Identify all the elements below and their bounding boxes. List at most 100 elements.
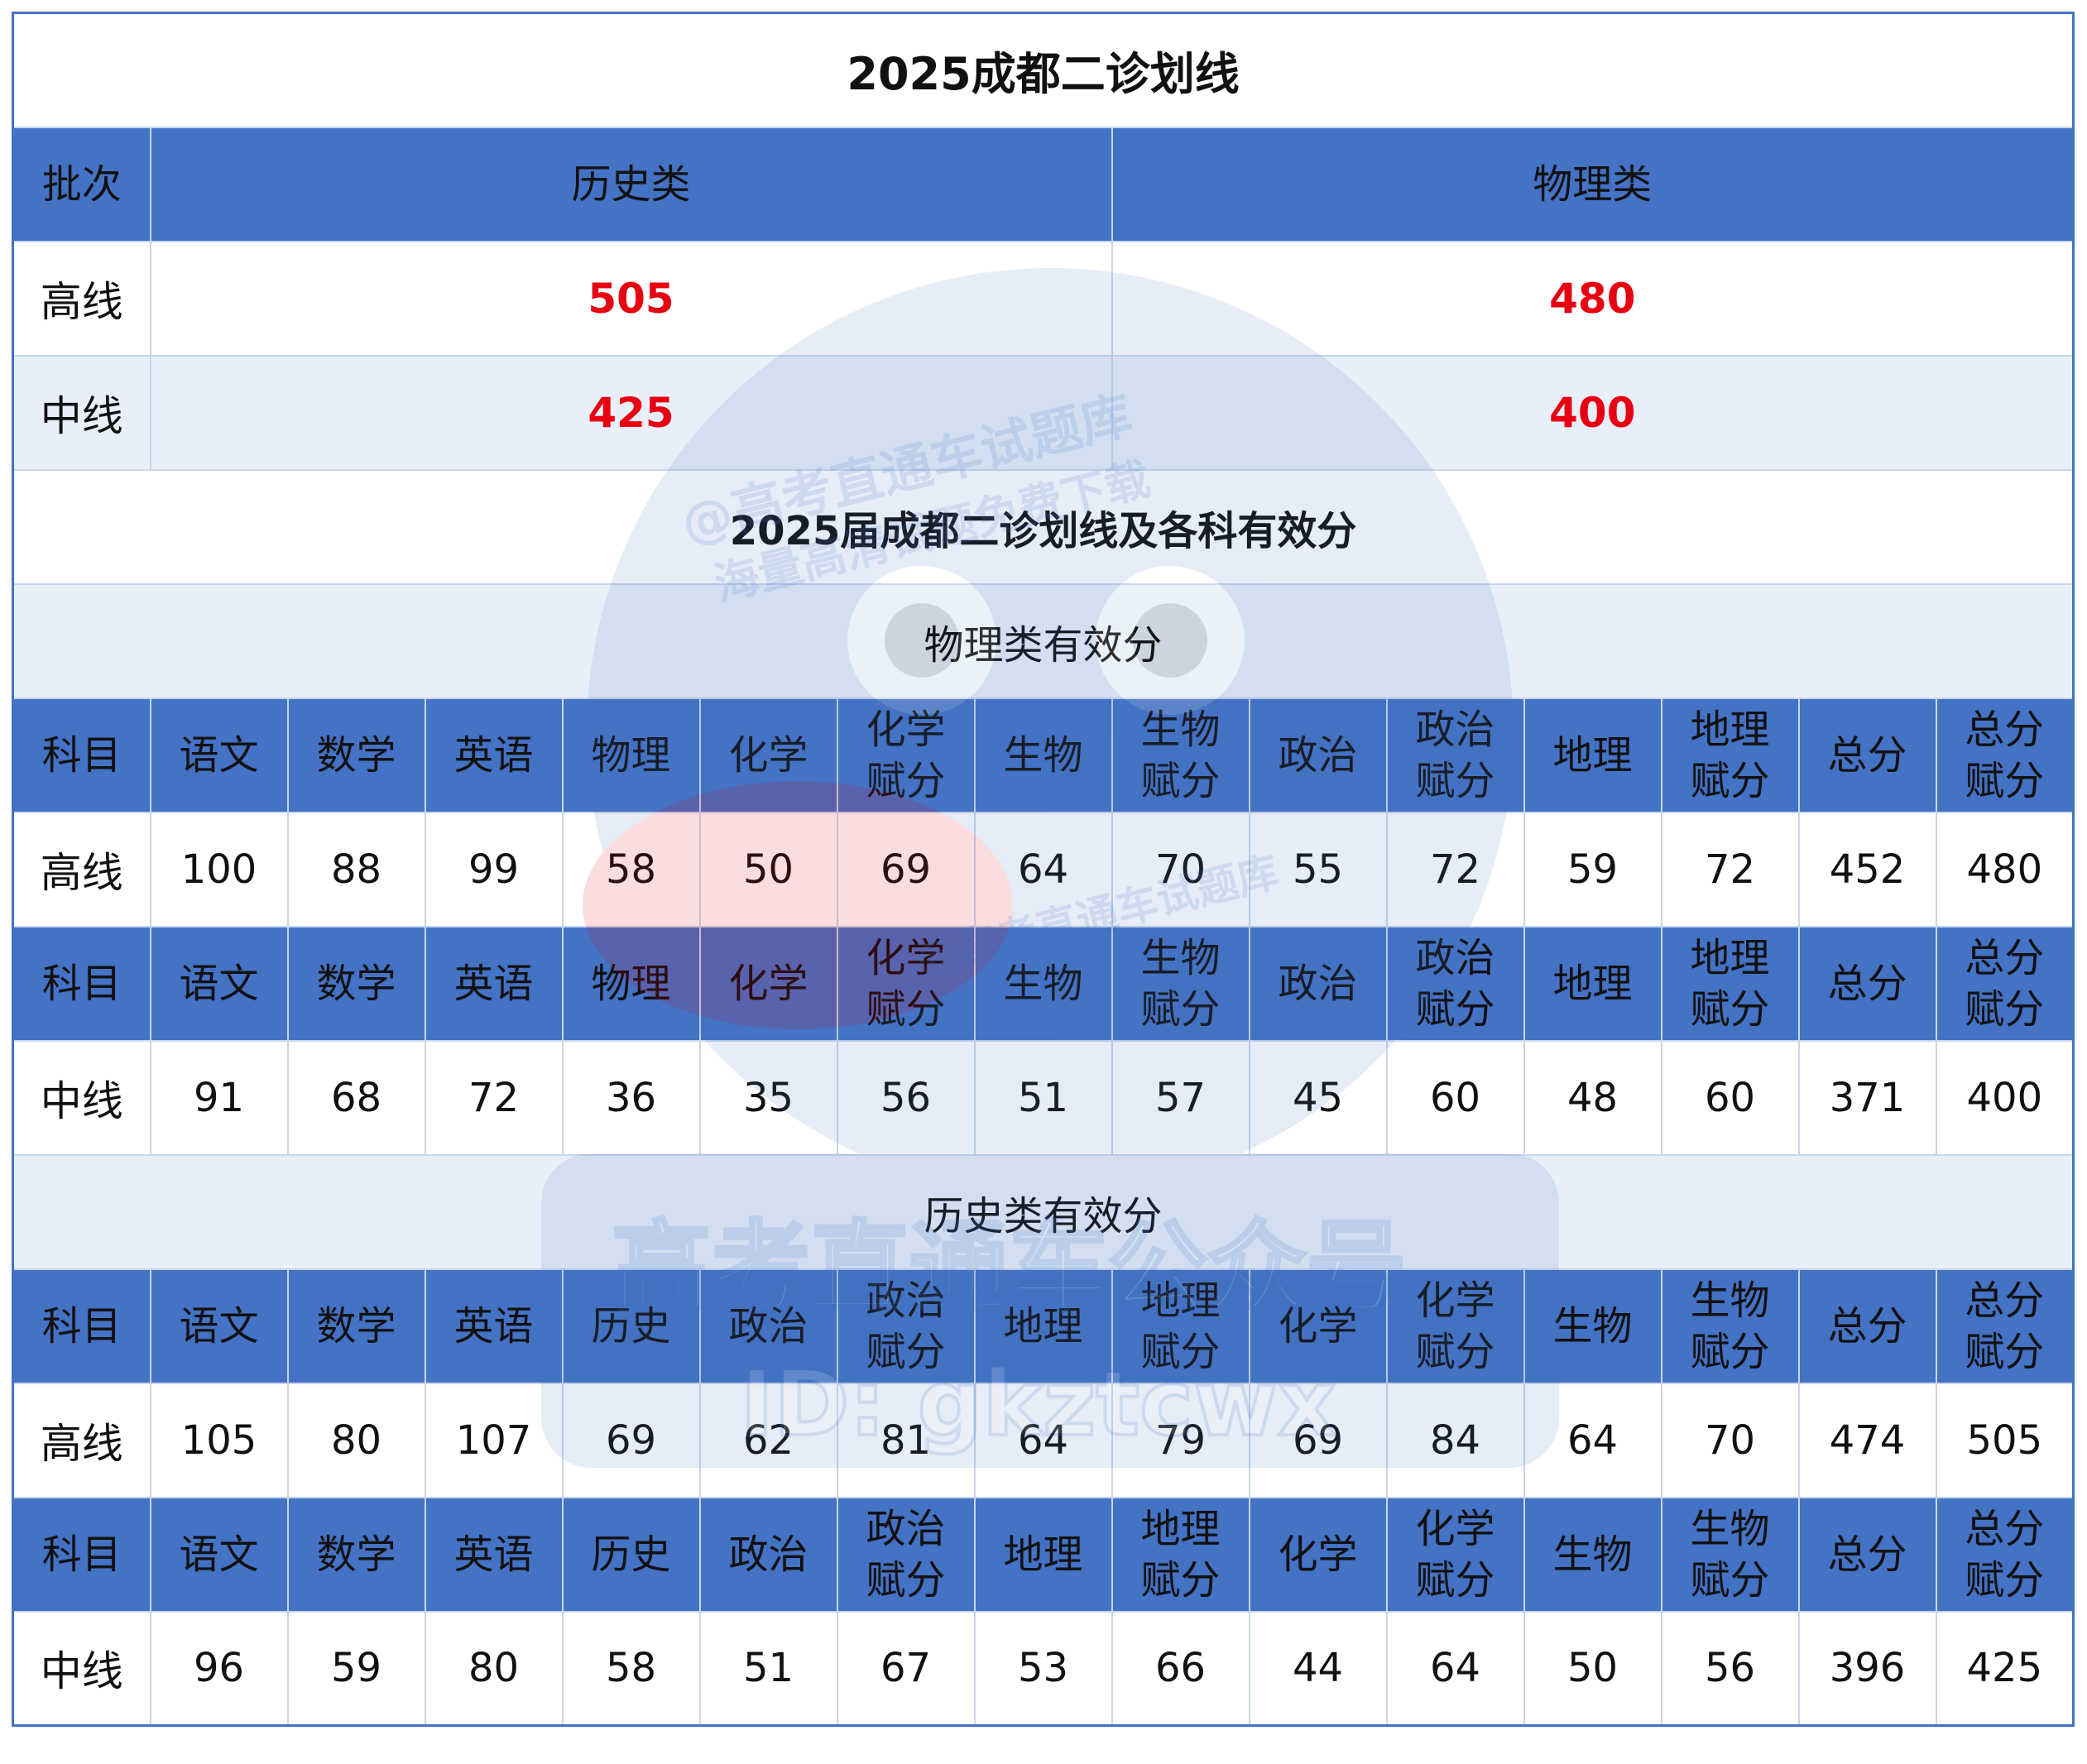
header-cell-subject-9: 化学 [1248, 1268, 1388, 1384]
header-cell-subject-4: 历史 [561, 1496, 701, 1613]
header-cell-total: 总分 [1797, 1496, 1937, 1613]
score-cell-subject-4: 58 [561, 1610, 701, 1727]
header-cell-subject-7: 地理 [973, 1268, 1113, 1384]
score-cell-row-label: 高线 [12, 1382, 151, 1498]
score-cell-total-scaled: 425 [1935, 1610, 2075, 1727]
score-cell-subject-5: 35 [698, 1039, 838, 1156]
history-high-line: 505 [149, 240, 1113, 357]
header-cell-subject-5: 化学 [698, 697, 838, 813]
header-cell-total: 总分 [1797, 697, 1937, 813]
score-cell-subject-7: 64 [973, 811, 1113, 928]
score-cell-subject-5: 50 [698, 811, 838, 928]
header-cell-subject-8: 生物 赋分 [1111, 697, 1250, 813]
score-cell-subject-10: 84 [1385, 1382, 1525, 1498]
score-cell-english: 107 [424, 1382, 564, 1498]
score-cell-row-label: 中线 [12, 1610, 151, 1727]
header-cell-subject-6: 化学 赋分 [836, 925, 976, 1042]
header-cell-english: 英语 [424, 925, 564, 1042]
physics-mid-line: 400 [1111, 354, 2075, 471]
score-cell-total: 452 [1797, 811, 1937, 928]
score-cell-subject-11: 64 [1523, 1382, 1662, 1498]
header-cell-total-scaled: 总分 赋分 [1935, 1268, 2075, 1384]
header-cell-subject-11: 地理 [1523, 925, 1662, 1042]
header-cell-row-label: 科目 [12, 697, 151, 813]
score-cell-english: 72 [424, 1039, 564, 1156]
score-cell-chinese: 105 [149, 1382, 289, 1498]
header-cell-subject-4: 物理 [561, 697, 701, 813]
score-cell-subject-8: 79 [1111, 1382, 1250, 1498]
header-cell-chinese: 语文 [149, 697, 289, 813]
header-cell-math: 数学 [286, 925, 426, 1042]
score-cell-total-scaled: 480 [1935, 811, 2075, 928]
header-cell-total-scaled: 总分 赋分 [1935, 697, 2075, 813]
header-cell-subject-12: 生物 赋分 [1660, 1268, 1800, 1384]
score-cell-subject-10: 64 [1385, 1610, 1525, 1727]
table-row: 中线 91 68 72 36 35 56 51 57 45 60 48 60 371 400 [12, 1039, 2075, 1156]
header-cell-subject-8: 地理 赋分 [1111, 1496, 1250, 1613]
score-cell-subject-7: 64 [973, 1382, 1113, 1498]
score-cell-chinese: 100 [149, 811, 289, 928]
summary-row-label: 中线 [12, 354, 151, 471]
score-cell-subject-5: 62 [698, 1382, 838, 1498]
score-cell-subject-12: 56 [1660, 1610, 1800, 1727]
header-cell-subject-9: 化学 [1248, 1496, 1388, 1613]
header-cell-english: 英语 [424, 1496, 564, 1613]
table-row: 科目 语文 数学 英语 历史 政治 政治 赋分 地理 地理 赋分 化学 化学 赋分 生物 生物 赋分 总分 总分 赋分 [12, 1496, 2075, 1613]
header-cell-subject-11: 生物 [1523, 1496, 1662, 1613]
header-cell-subject-5: 政治 [698, 1268, 838, 1384]
history-mid-line: 425 [149, 354, 1113, 471]
score-cell-subject-11: 48 [1523, 1039, 1662, 1156]
header-cell-row-label: 科目 [12, 1268, 151, 1384]
header-cell-subject-7: 生物 [973, 925, 1113, 1042]
table-row: 科目 语文 数学 英语 物理 化学 化学 赋分 生物 生物 赋分 政治 政治 赋分 地理 地理 赋分 总分 总分 赋分 [12, 925, 2075, 1042]
header-cell-subject-5: 政治 [698, 1496, 838, 1613]
header-cell-english: 英语 [424, 697, 564, 813]
score-cell-subject-7: 53 [973, 1610, 1113, 1727]
header-cell-subject-6: 政治 赋分 [836, 1268, 976, 1384]
score-document: 2025成都二诊划线 批次 历史类 物理类 高线 505 480 中线 425 … [12, 12, 2075, 1727]
header-cell-subject-4: 物理 [561, 925, 701, 1042]
header-cell-subject-10: 化学 赋分 [1385, 1268, 1525, 1384]
physics-section-title: 物理类有效分 [12, 582, 2075, 699]
header-cell-subject-12: 地理 赋分 [1660, 925, 1800, 1042]
score-cell-subject-8: 66 [1111, 1610, 1250, 1727]
score-cell-total: 396 [1797, 1610, 1937, 1727]
history-category-header: 历史类 [149, 126, 1113, 242]
score-cell-total: 371 [1797, 1039, 1937, 1156]
header-cell-subject-12: 地理 赋分 [1660, 697, 1800, 813]
score-cell-subject-11: 50 [1523, 1610, 1662, 1727]
header-cell-subject-7: 地理 [973, 1496, 1113, 1613]
score-cell-subject-9: 69 [1248, 1382, 1388, 1498]
header-cell-subject-6: 化学 赋分 [836, 697, 976, 813]
score-cell-subject-6: 69 [836, 811, 976, 928]
header-cell-subject-9: 政治 [1248, 925, 1388, 1042]
table-row: 高线 100 88 99 58 50 69 64 70 55 72 59 72 452 480 [12, 811, 2075, 928]
header-cell-subject-7: 生物 [973, 697, 1113, 813]
score-cell-subject-10: 72 [1385, 811, 1525, 928]
score-cell-subject-9: 44 [1248, 1610, 1388, 1727]
score-cell-math: 59 [286, 1610, 426, 1727]
header-cell-english: 英语 [424, 1268, 564, 1384]
score-cell-chinese: 91 [149, 1039, 289, 1156]
score-cell-subject-9: 55 [1248, 811, 1388, 928]
header-cell-subject-11: 生物 [1523, 1268, 1662, 1384]
header-cell-chinese: 语文 [149, 925, 289, 1042]
header-cell-subject-4: 历史 [561, 1268, 701, 1384]
score-cell-total-scaled: 400 [1935, 1039, 2075, 1156]
score-cell-subject-9: 45 [1248, 1039, 1388, 1156]
header-cell-subject-6: 政治 赋分 [836, 1496, 976, 1613]
header-cell-row-label: 科目 [12, 1496, 151, 1613]
table-row: 中线 96 59 80 58 51 67 53 66 44 64 50 56 396 425 [12, 1610, 2075, 1727]
score-cell-english: 99 [424, 811, 564, 928]
table-row: 科目 语文 数学 英语 物理 化学 化学 赋分 生物 生物 赋分 政治 政治 赋分 地理 地理 赋分 总分 总分 赋分 [12, 697, 2075, 813]
header-cell-total-scaled: 总分 赋分 [1935, 1496, 2075, 1613]
header-cell-subject-8: 地理 赋分 [1111, 1268, 1250, 1384]
score-cell-math: 80 [286, 1382, 426, 1498]
score-cell-total: 474 [1797, 1382, 1937, 1498]
header-cell-subject-12: 生物 赋分 [1660, 1496, 1800, 1613]
header-cell-chinese: 语文 [149, 1268, 289, 1384]
score-cell-subject-12: 72 [1660, 811, 1800, 928]
score-cell-subject-6: 67 [836, 1610, 976, 1727]
physics-category-header: 物理类 [1111, 126, 2075, 242]
header-cell-chinese: 语文 [149, 1496, 289, 1613]
